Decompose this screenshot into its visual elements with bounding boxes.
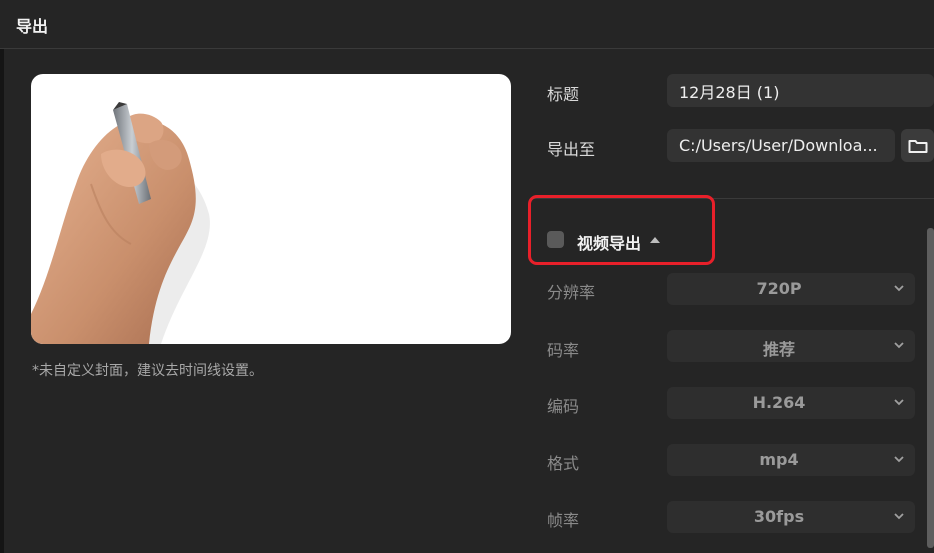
resolution-select[interactable]: 720P	[667, 273, 915, 305]
highlight-box	[528, 195, 715, 265]
chevron-down-icon	[894, 513, 904, 520]
resolution-label: 分辨率	[547, 283, 596, 302]
resolution-value: 720P	[756, 279, 802, 298]
export-to-label: 导出至	[547, 140, 596, 159]
format-label: 格式	[547, 454, 580, 473]
export-path-value: C:/Users/User/Downloa...	[679, 136, 878, 155]
hand-drawing-image	[31, 102, 210, 344]
cover-preview[interactable]	[31, 74, 511, 344]
bitrate-select[interactable]: 推荐	[667, 330, 915, 362]
format-select[interactable]: mp4	[667, 444, 915, 476]
format-value: mp4	[759, 450, 799, 469]
title-input-value: 12月28日 (1)	[679, 82, 780, 102]
codec-label: 编码	[547, 397, 580, 416]
dialog-title: 导出	[16, 17, 49, 36]
framerate-label: 帧率	[547, 511, 580, 530]
codec-select[interactable]: H.264	[667, 387, 915, 419]
bitrate-label: 码率	[547, 341, 580, 360]
codec-value: H.264	[752, 393, 806, 412]
dialog-titlebar: 导出	[0, 0, 934, 49]
framerate-value: 30fps	[753, 507, 805, 526]
settings-scrollbar[interactable]	[927, 228, 934, 548]
export-path-input[interactable]: C:/Users/User/Downloa...	[667, 129, 895, 162]
chevron-down-icon	[894, 456, 904, 463]
cover-note: *未自定义封面，建议去时间线设置。	[32, 363, 263, 379]
bitrate-value: 推荐	[762, 340, 795, 359]
title-label: 标题	[547, 85, 580, 104]
title-input[interactable]: 12月28日 (1)	[667, 74, 934, 107]
browse-folder-button[interactable]	[901, 129, 934, 162]
chevron-down-icon	[894, 342, 904, 349]
chevron-down-icon	[894, 399, 904, 406]
chevron-down-icon	[894, 285, 904, 292]
folder-icon	[908, 139, 927, 153]
framerate-select[interactable]: 30fps	[667, 501, 915, 533]
